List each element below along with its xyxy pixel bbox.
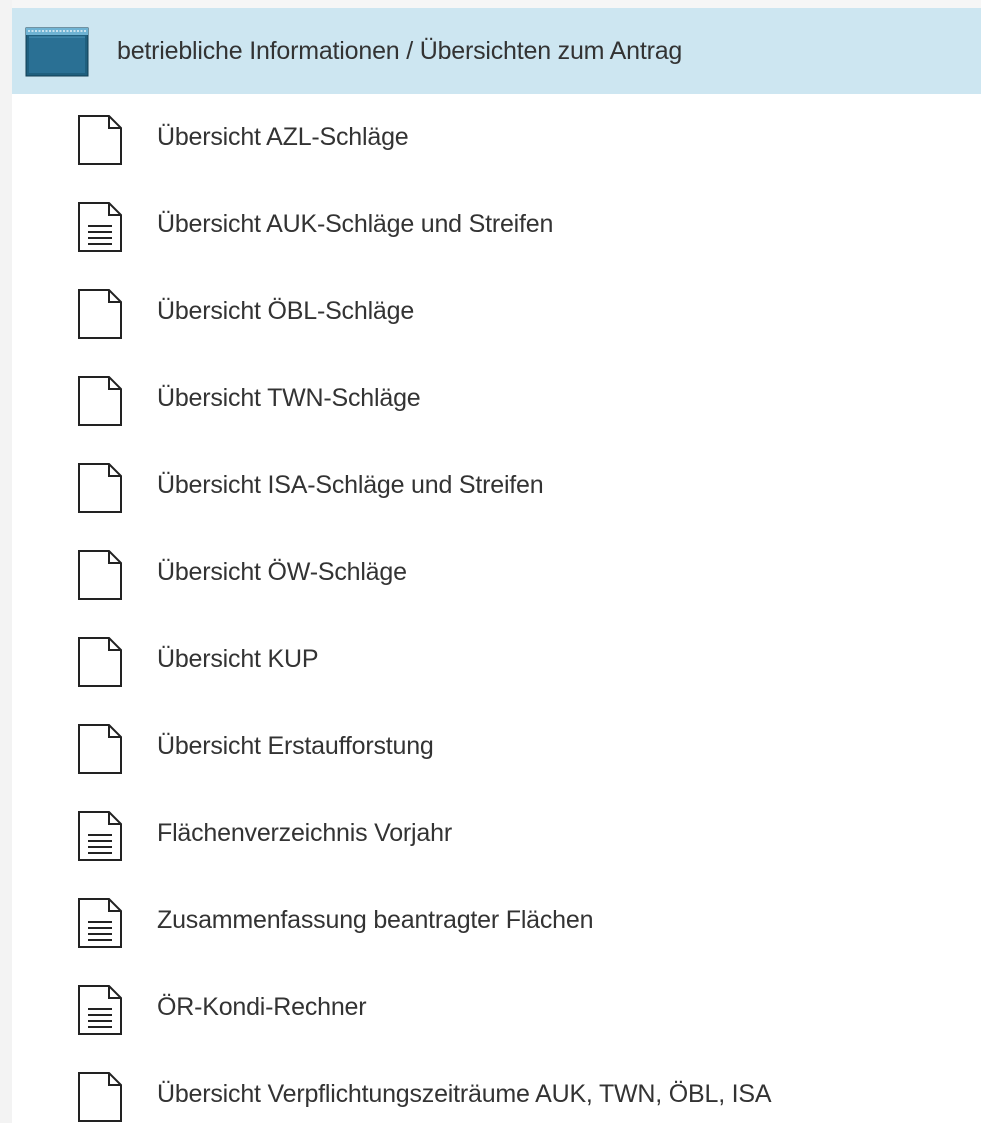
list-item-label: Übersicht Erstaufforstung — [157, 732, 434, 760]
text-document-icon — [78, 898, 122, 948]
list-item[interactable]: Übersicht ÖW-Schläge — [12, 529, 981, 616]
list-item-label: Flächenverzeichnis Vorjahr — [157, 819, 452, 847]
blank-document-icon — [78, 637, 122, 687]
folder-icon — [25, 27, 89, 77]
left-border — [0, 0, 12, 1123]
top-border — [0, 0, 981, 8]
list-item-label: Übersicht KUP — [157, 645, 319, 673]
list-item-label: Übersicht ÖBL-Schläge — [157, 297, 415, 325]
list-item-label: Übersicht Verpflichtungszeiträume AUK, T… — [157, 1080, 772, 1108]
list-item[interactable]: Übersicht AUK-Schläge und Streifen — [12, 181, 981, 268]
blank-document-icon — [78, 289, 122, 339]
list-item[interactable]: Übersicht Verpflichtungszeiträume AUK, T… — [12, 1051, 981, 1138]
list-item[interactable]: Übersicht KUP — [12, 616, 981, 703]
blank-document-icon — [78, 1072, 122, 1122]
list-item-label: Übersicht AUK-Schläge und Streifen — [157, 210, 554, 238]
folder-header[interactable]: betriebliche Informationen / Übersichten… — [12, 8, 981, 94]
document-list: Übersicht AZL-Schläge Übersicht AUK-Schl… — [12, 94, 981, 1138]
text-document-icon — [78, 985, 122, 1035]
list-item-label: Übersicht ÖW-Schläge — [157, 558, 407, 586]
list-item[interactable]: ÖR-Kondi-Rechner — [12, 964, 981, 1051]
text-document-icon — [78, 811, 122, 861]
list-item-label: ÖR-Kondi-Rechner — [157, 993, 367, 1021]
blank-document-icon — [78, 115, 122, 165]
list-item[interactable]: Übersicht AZL-Schläge — [12, 94, 981, 181]
list-item[interactable]: Übersicht Erstaufforstung — [12, 703, 981, 790]
blank-document-icon — [78, 376, 122, 426]
list-item[interactable]: Übersicht TWN-Schläge — [12, 355, 981, 442]
blank-document-icon — [78, 463, 122, 513]
list-item[interactable]: Übersicht ISA-Schläge und Streifen — [12, 442, 981, 529]
list-item[interactable]: Zusammenfassung beantragter Flächen — [12, 877, 981, 964]
folder-title: betriebliche Informationen / Übersichten… — [117, 37, 683, 65]
list-item-label: Übersicht TWN-Schläge — [157, 384, 421, 412]
blank-document-icon — [78, 550, 122, 600]
list-item[interactable]: Flächenverzeichnis Vorjahr — [12, 790, 981, 877]
list-item-label: Übersicht ISA-Schläge und Streifen — [157, 471, 544, 499]
list-item-label: Übersicht AZL-Schläge — [157, 123, 409, 151]
blank-document-icon — [78, 724, 122, 774]
list-item-label: Zusammenfassung beantragter Flächen — [157, 906, 594, 934]
list-item[interactable]: Übersicht ÖBL-Schläge — [12, 268, 981, 355]
text-document-icon — [78, 202, 122, 252]
